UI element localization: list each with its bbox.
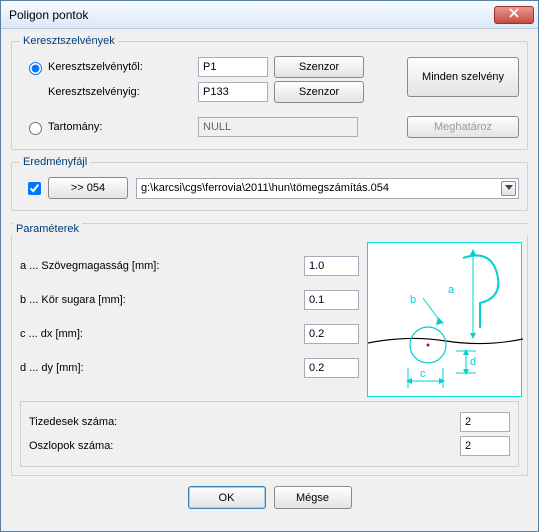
radio-range[interactable] xyxy=(29,122,42,135)
label-cross-from: Keresztszelvénytől: xyxy=(48,61,198,73)
ok-button[interactable]: OK xyxy=(188,486,266,509)
input-range xyxy=(198,117,358,137)
group-result-file: Eredményfájl >> 054 g:\karcsi\cgs\ferrov… xyxy=(11,156,528,211)
label-cross-to: Keresztszelvényig: xyxy=(48,86,198,98)
label-param-b: b ... Kör sugara [mm]: xyxy=(20,294,200,306)
label-decimals: Tizedesek száma: xyxy=(29,416,460,428)
label-param-c: c ... dx [mm]: xyxy=(20,328,200,340)
input-param-c[interactable] xyxy=(304,324,359,344)
label-range: Tartomány: xyxy=(48,121,198,133)
parameter-preview-image: a c xyxy=(367,242,522,397)
radio-from-to[interactable] xyxy=(29,62,42,75)
input-cross-from[interactable] xyxy=(198,57,268,77)
input-decimals[interactable] xyxy=(460,412,510,432)
group-parameters: Paraméterek a ... Szövegmagasság [mm]: b… xyxy=(11,223,528,476)
group-cross-sections: Keresztszelvények Keresztszelvénytől: Sz… xyxy=(11,35,528,150)
group-counts: Tizedesek száma: Oszlopok száma: xyxy=(20,401,519,467)
label-param-d: d ... dy [mm]: xyxy=(20,362,200,374)
input-cross-to[interactable] xyxy=(198,82,268,102)
input-param-a[interactable] xyxy=(304,256,359,276)
sensor-to-button[interactable]: Szenzor xyxy=(274,81,364,103)
path-dropdown-button[interactable] xyxy=(501,181,516,196)
group-result-legend: Eredményfájl xyxy=(20,156,90,168)
path-value: g:\karcsi\cgs\ferrovia\2011\hun\tömegszá… xyxy=(141,182,389,194)
input-param-b[interactable] xyxy=(304,290,359,310)
svg-text:c: c xyxy=(420,368,426,380)
dialog-footer: OK Mégse xyxy=(11,476,528,521)
svg-text:d: d xyxy=(470,356,476,368)
close-icon xyxy=(509,8,519,21)
cancel-button[interactable]: Mégse xyxy=(274,486,352,509)
checkbox-result[interactable] xyxy=(28,182,41,195)
input-param-d[interactable] xyxy=(304,358,359,378)
titlebar: Poligon pontok xyxy=(1,1,538,29)
close-button[interactable] xyxy=(494,6,534,24)
dialog-body: Keresztszelvények Keresztszelvénytől: Sz… xyxy=(1,29,538,531)
window-title: Poligon pontok xyxy=(9,8,494,22)
all-sections-button[interactable]: Minden szelvény xyxy=(407,57,519,97)
define-button[interactable]: Meghatároz xyxy=(407,116,519,138)
svg-text:b: b xyxy=(410,294,416,306)
group-cross-legend: Keresztszelvények xyxy=(20,35,118,47)
label-param-a: a ... Szövegmagasság [mm]: xyxy=(20,260,200,272)
generate-054-button[interactable]: >> 054 xyxy=(48,177,128,199)
dialog-window: Poligon pontok Keresztszelvények Kereszt… xyxy=(0,0,539,532)
chevron-down-icon xyxy=(505,182,513,194)
svg-text:a: a xyxy=(448,284,455,296)
label-columns: Oszlopok száma: xyxy=(29,440,460,452)
path-combobox[interactable]: g:\karcsi\cgs\ferrovia\2011\hun\tömegszá… xyxy=(136,178,519,199)
sensor-from-button[interactable]: Szenzor xyxy=(274,56,364,78)
input-columns[interactable] xyxy=(460,436,510,456)
group-params-legend: Paraméterek xyxy=(13,223,82,235)
